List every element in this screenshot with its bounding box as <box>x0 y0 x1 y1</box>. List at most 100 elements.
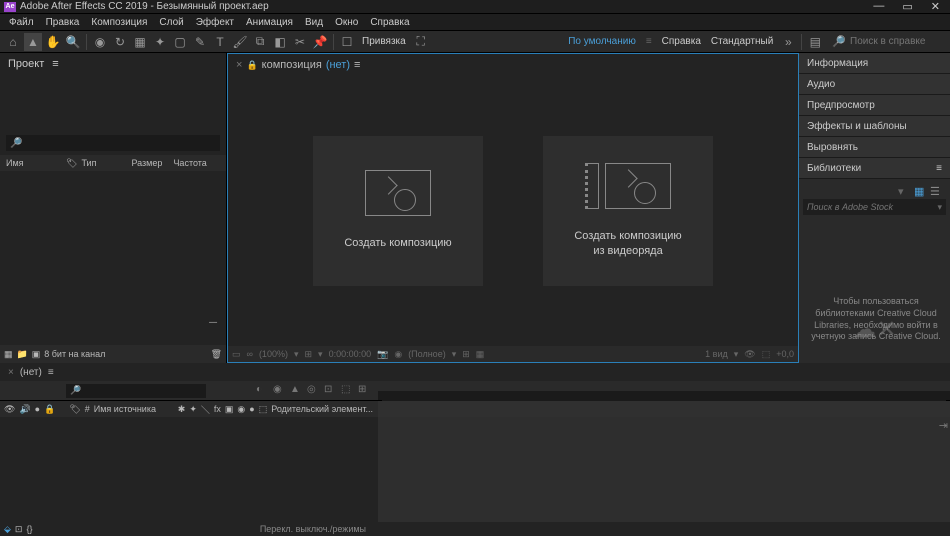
interpret-icon[interactable]: ▦ <box>4 349 13 360</box>
tl-icon[interactable]: ◎ <box>307 384 321 398</box>
panel-menu-icon[interactable]: ≡ <box>52 58 58 70</box>
bpc-label[interactable]: 8 бит на канал <box>44 349 105 359</box>
new-comp-from-footage-button[interactable]: Создать композициюиз видеоряда <box>543 136 713 286</box>
lock-col-icon[interactable]: 🔒 <box>44 404 55 415</box>
rect-tool-icon[interactable]: ▢ <box>171 33 189 51</box>
close-tab-icon[interactable]: × <box>236 59 242 71</box>
menu-file[interactable]: Файл <box>4 16 39 29</box>
info-panel[interactable]: Информация <box>799 53 950 74</box>
project-panel-title[interactable]: Проект <box>8 58 44 70</box>
src-col[interactable]: Имя источника <box>94 404 174 414</box>
menu-help[interactable]: Справка <box>365 16 414 29</box>
timeline-tracks[interactable]: ⇥ <box>378 417 950 522</box>
workspace-more-icon[interactable]: » <box>779 33 797 51</box>
toggle-icon[interactable]: ⊡ <box>15 524 23 535</box>
col-size[interactable]: Размер <box>131 158 169 168</box>
col-name[interactable]: Имя <box>6 158 62 168</box>
work-area-bar[interactable] <box>382 393 946 401</box>
tab-menu-icon[interactable]: ≡ <box>354 59 360 71</box>
mask-icon[interactable]: ∞ <box>247 349 253 359</box>
channel-icon[interactable]: ◉ <box>394 349 402 360</box>
comp-icon[interactable]: ▣ <box>32 349 41 360</box>
flowchart-icon[interactable]: ⚊ <box>0 311 226 328</box>
snap-checkbox-icon[interactable]: ☐ <box>338 33 356 51</box>
grid-icon[interactable]: ⊞ <box>462 349 470 360</box>
roto-tool-icon[interactable]: ✂ <box>291 33 309 51</box>
eraser-tool-icon[interactable]: ◧ <box>271 33 289 51</box>
label-col-icon[interactable]: 🏷 <box>69 404 80 415</box>
video-col-icon[interactable]: 👁 <box>4 404 15 415</box>
puppet-tool-icon[interactable]: 📌 <box>311 33 329 51</box>
guides-icon[interactable]: ▦ <box>476 349 485 360</box>
tl-icon[interactable]: ⊡ <box>324 384 338 398</box>
tl-icon[interactable]: ◐ <box>256 384 270 398</box>
tab-menu-icon[interactable]: ≡ <box>48 367 54 378</box>
orbit-tool-icon[interactable]: ◉ <box>91 33 109 51</box>
hand-tool-icon[interactable]: ✋ <box>44 33 62 51</box>
list-view-icon[interactable]: ☰ <box>930 185 942 197</box>
camera-tool-icon[interactable]: ▦ <box>131 33 149 51</box>
tl-icon[interactable]: ▲ <box>290 384 304 398</box>
toggle-switches-label[interactable]: Перекл. выключ./режимы <box>260 524 366 534</box>
toggle-icon[interactable]: ⬙ <box>4 524 11 535</box>
resolution-label[interactable]: (Полное) <box>408 349 446 359</box>
sw-icon[interactable]: ⬚ <box>259 404 268 415</box>
parent-col[interactable]: Родительский элемент... <box>271 404 373 414</box>
text-tool-icon[interactable]: T <box>211 33 229 51</box>
close-button[interactable]: ✕ <box>931 0 940 13</box>
view-count[interactable]: 1 вид <box>705 349 728 359</box>
sw-icon[interactable]: ● <box>249 404 254 414</box>
col-type[interactable]: Тип <box>81 158 127 168</box>
clone-tool-icon[interactable]: ⧉ <box>251 33 269 51</box>
menu-animation[interactable]: Анимация <box>241 16 298 29</box>
tl-icon[interactable]: ◉ <box>273 384 287 398</box>
lock-icon[interactable]: 🔒 <box>246 60 257 71</box>
menu-edit[interactable]: Правка <box>41 16 85 29</box>
help-search-input[interactable] <box>850 36 940 47</box>
rotate-tool-icon[interactable]: ↻ <box>111 33 129 51</box>
solo-col-icon[interactable]: ● <box>35 404 40 414</box>
timecode[interactable]: 0:00:00:00 <box>329 349 372 359</box>
audio-panel[interactable]: Аудио <box>799 74 950 95</box>
sw-icon[interactable]: ＼ <box>201 403 210 416</box>
sw-icon[interactable]: ◉ <box>237 404 245 415</box>
maximize-button[interactable]: ▭ <box>902 0 912 13</box>
sw-icon[interactable]: ✦ <box>189 404 197 415</box>
menu-composition[interactable]: Композиция <box>86 16 152 29</box>
panel-menu-icon[interactable]: ≡ <box>936 163 942 174</box>
grid-view-icon[interactable]: ▦ <box>914 185 926 197</box>
workspace-standard[interactable]: Стандартный <box>707 36 777 47</box>
toggle-icon[interactable]: {} <box>26 524 32 534</box>
num-col[interactable]: # <box>85 404 90 414</box>
trash-icon[interactable]: 🗑 <box>211 349 222 360</box>
time-ruler[interactable] <box>378 381 950 391</box>
menu-window[interactable]: Окно <box>330 16 363 29</box>
effects-panel[interactable]: Эффекты и шаблоны <box>799 116 950 137</box>
view-icon[interactable]: 👁 <box>744 349 755 360</box>
tl-icon[interactable]: ⬚ <box>341 384 355 398</box>
dropdown-icon[interactable]: ▾ <box>898 185 910 197</box>
collapse-icon[interactable]: ⇥ <box>939 419 948 432</box>
workspace-default[interactable]: По умолчанию <box>564 36 640 47</box>
tl-icon[interactable]: ⊞ <box>358 384 372 398</box>
sw-icon[interactable]: ✱ <box>178 404 186 415</box>
stock-search-input[interactable] <box>807 202 937 212</box>
snap-options-icon[interactable]: ⛶ <box>412 33 430 51</box>
new-composition-button[interactable]: Создать композицию <box>313 136 483 286</box>
preview-panel[interactable]: Предпросмотр <box>799 95 950 116</box>
folder-icon[interactable]: 📁 <box>17 349 28 360</box>
layer-list[interactable] <box>0 417 378 522</box>
magnify-icon[interactable]: ▭ <box>232 349 241 360</box>
brush-tool-icon[interactable]: 🖌 <box>231 33 249 51</box>
menu-layer[interactable]: Слой <box>154 16 188 29</box>
col-freq[interactable]: Частота <box>173 158 206 168</box>
zoom-tool-icon[interactable]: 🔍 <box>64 33 82 51</box>
close-tab-icon[interactable]: × <box>8 367 14 378</box>
align-panel[interactable]: Выровнять <box>799 137 950 158</box>
anchor-tool-icon[interactable]: ✦ <box>151 33 169 51</box>
sw-icon[interactable]: fx <box>214 404 221 414</box>
minimize-button[interactable]: — <box>873 0 884 13</box>
project-search-input[interactable] <box>22 136 216 151</box>
tag-icon[interactable]: 🏷 <box>66 158 77 169</box>
3d-icon[interactable]: ⬚ <box>762 349 771 360</box>
